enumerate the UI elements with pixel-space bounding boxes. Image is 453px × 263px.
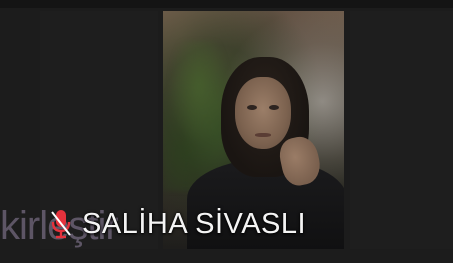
participant-eye-left — [247, 105, 257, 110]
empty-tile-right — [350, 11, 453, 249]
participant-mouth — [255, 133, 271, 137]
participant-name-bar: SALİHA SİVASLI — [50, 205, 306, 243]
participant-eye-right — [269, 105, 279, 110]
participant-face — [235, 77, 291, 149]
mic-muted-icon — [50, 208, 72, 240]
meeting-stage: kirleştir SALİHA SİVASLI — [0, 0, 453, 263]
participant-name: SALİHA SİVASLI — [82, 207, 307, 240]
